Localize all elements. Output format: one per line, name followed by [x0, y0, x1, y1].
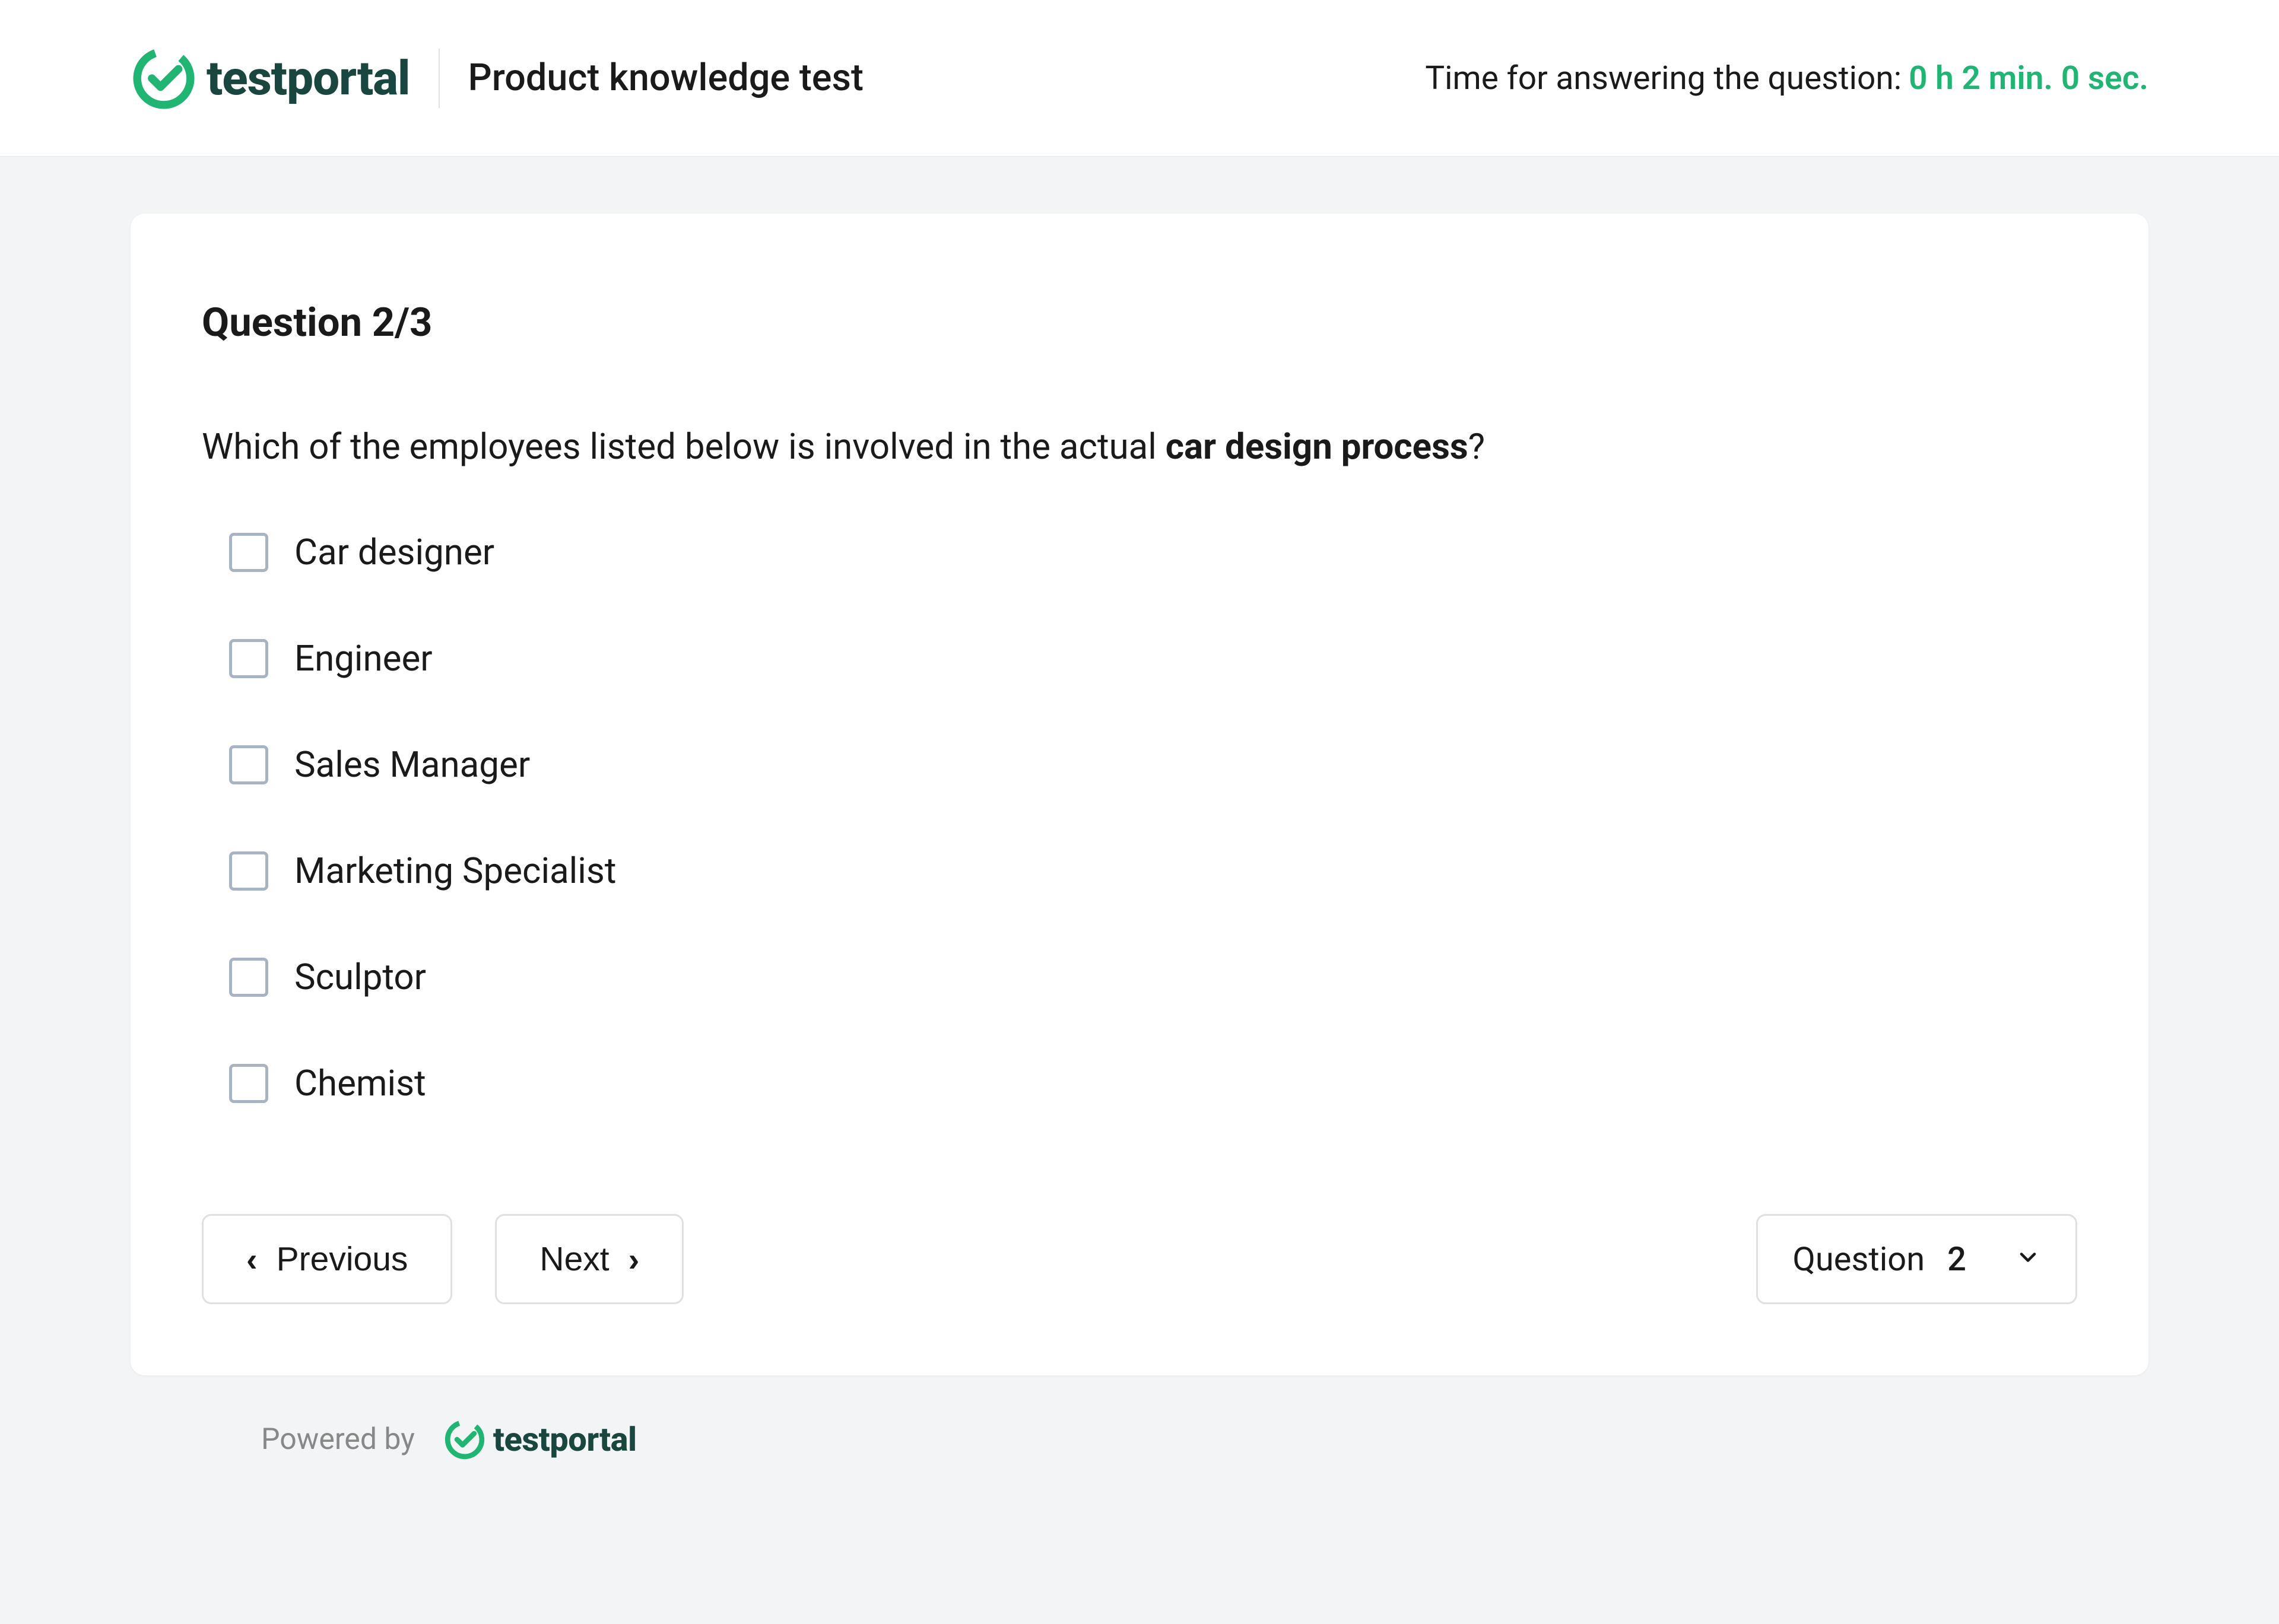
nav-left: ‹ Previous Next › — [202, 1214, 684, 1304]
option-label: Engineer — [294, 637, 433, 679]
checkbox-icon[interactable] — [229, 533, 268, 572]
question-heading: Question 2/3 — [202, 300, 2077, 346]
nav-row: ‹ Previous Next › Question 2 — [202, 1214, 2077, 1304]
question-selector-value: 2 — [1947, 1240, 1966, 1279]
question-selector-label: Question — [1792, 1240, 1925, 1279]
chevron-left-icon: ‹ — [246, 1240, 258, 1279]
previous-button[interactable]: ‹ Previous — [202, 1214, 452, 1304]
option-item[interactable]: Car designer — [229, 531, 2077, 573]
check-circle-icon — [443, 1418, 486, 1461]
question-card: Question 2/3 Which of the employees list… — [131, 214, 2148, 1375]
timer-label: Time for answering the question: — [1425, 59, 1902, 97]
option-item[interactable]: Sculptor — [229, 956, 2077, 998]
previous-button-label: Previous — [277, 1240, 408, 1279]
footer: Powered by testportal — [131, 1375, 2148, 1504]
logo-text: testportal — [207, 50, 410, 106]
header: testportal Product knowledge test Time f… — [0, 0, 2279, 157]
option-label: Sculptor — [294, 956, 426, 998]
vertical-divider — [439, 49, 440, 108]
option-label: Chemist — [294, 1062, 426, 1104]
powered-by-label: Powered by — [261, 1422, 415, 1457]
checkbox-icon[interactable] — [229, 851, 268, 891]
option-item[interactable]: Chemist — [229, 1062, 2077, 1104]
footer-logo-text: testportal — [493, 1420, 637, 1459]
question-text-before: Which of the employees listed below is i… — [202, 425, 1166, 468]
option-label: Marketing Specialist — [294, 850, 616, 892]
option-label: Car designer — [294, 531, 494, 573]
question-text: Which of the employees listed below is i… — [202, 422, 2077, 472]
option-label: Sales Manager — [294, 743, 530, 786]
question-selector[interactable]: Question 2 — [1756, 1214, 2077, 1304]
checkbox-icon[interactable] — [229, 958, 268, 997]
question-text-bold: car design process — [1166, 425, 1468, 468]
footer-logo[interactable]: testportal — [443, 1418, 637, 1461]
checkbox-icon[interactable] — [229, 639, 268, 678]
check-circle-icon — [131, 45, 197, 112]
timer: Time for answering the question: 0 h 2 m… — [1425, 59, 2148, 97]
question-text-after: ? — [1468, 425, 1485, 468]
checkbox-icon[interactable] — [229, 745, 268, 784]
logo[interactable]: testportal — [131, 45, 410, 112]
options-list: Car designer Engineer Sales Manager Mark… — [202, 531, 2077, 1104]
next-button-label: Next — [539, 1240, 609, 1279]
chevron-right-icon: › — [629, 1240, 640, 1279]
chevron-down-icon — [2015, 1240, 2041, 1279]
checkbox-icon[interactable] — [229, 1064, 268, 1103]
option-item[interactable]: Sales Manager — [229, 743, 2077, 786]
timer-value: 0 h 2 min. 0 sec. — [1909, 59, 2148, 97]
next-button[interactable]: Next › — [495, 1214, 684, 1304]
main: Question 2/3 Which of the employees list… — [0, 157, 2279, 1561]
test-title: Product knowledge test — [468, 56, 864, 100]
header-left: testportal Product knowledge test — [131, 45, 864, 112]
option-item[interactable]: Engineer — [229, 637, 2077, 679]
option-item[interactable]: Marketing Specialist — [229, 850, 2077, 892]
